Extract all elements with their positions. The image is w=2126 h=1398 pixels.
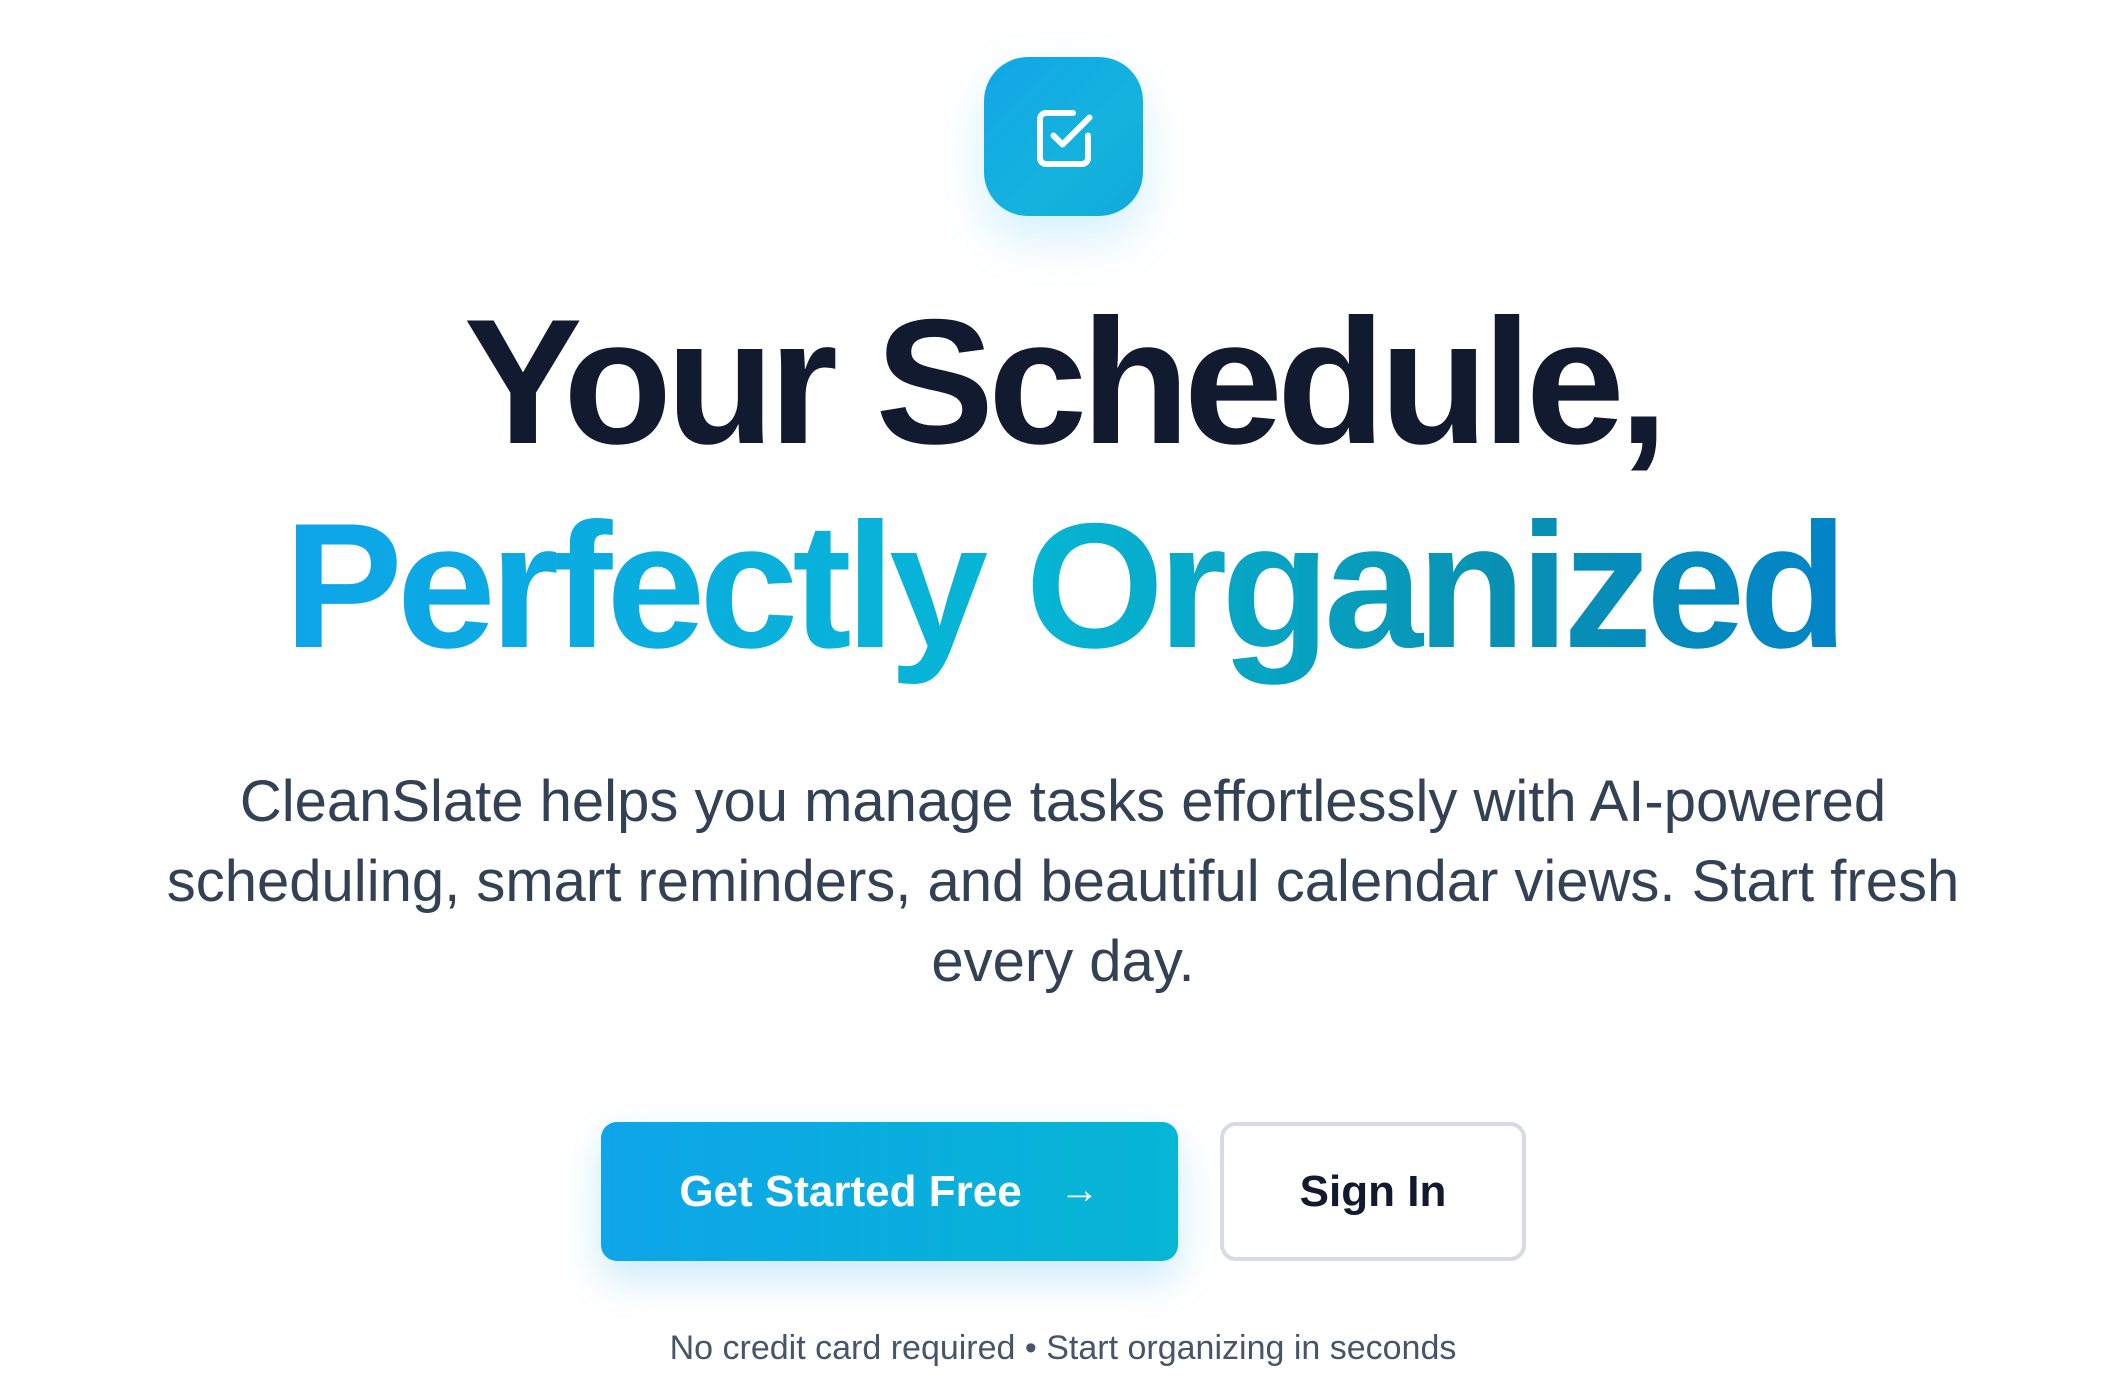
hero-headline-accent: Perfectly Organized [0, 486, 2126, 686]
landing-page: Your Schedule, Perfectly Organized Clean… [0, 0, 2126, 1398]
hero-headline-primary: Your Schedule, [463, 282, 1669, 481]
app-logo [984, 57, 1143, 216]
checkbox-check-icon [1036, 109, 1092, 167]
sign-in-button[interactable]: Sign In [1220, 1122, 1526, 1261]
arrow-right-icon: → [1059, 1167, 1100, 1212]
hero-headline-gradient-text: Perfectly Organized [284, 486, 1848, 685]
get-started-button[interactable]: Get Started Free → [601, 1122, 1178, 1261]
signup-footnote: No credit card required • Start organizi… [669, 1329, 1457, 1367]
get-started-button-label: Get Started Free [679, 1166, 1022, 1216]
hero-description: CleanSlate helps you manage tasks effort… [166, 769, 1960, 994]
sign-in-button-label: Sign In [1299, 1166, 1447, 1216]
